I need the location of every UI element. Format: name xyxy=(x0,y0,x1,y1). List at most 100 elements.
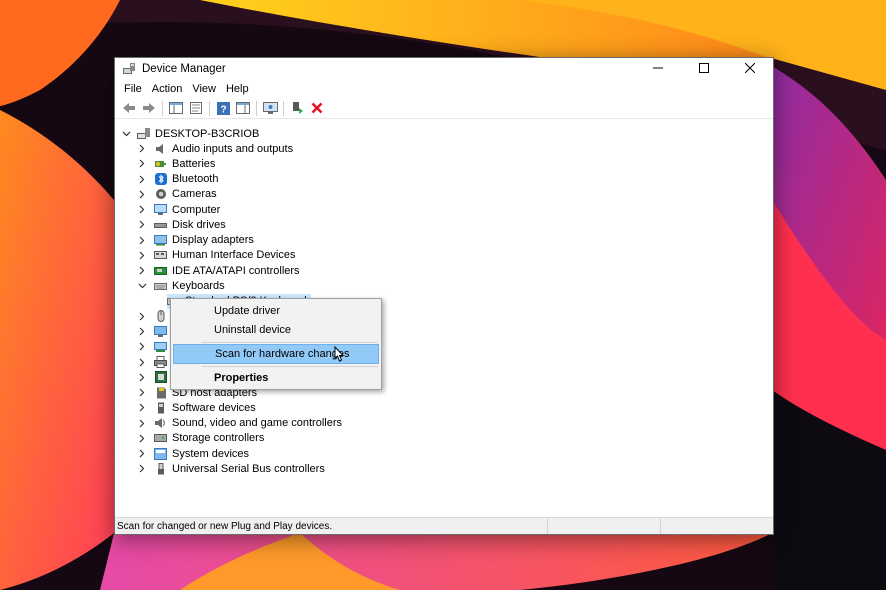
tree-category-storage-controllers[interactable]: Storage controllers xyxy=(137,431,264,446)
chevron-right-icon[interactable] xyxy=(137,403,147,413)
window-title: Device Manager xyxy=(142,63,226,75)
menu-item-label: Update driver xyxy=(214,305,281,317)
chevron-right-icon[interactable] xyxy=(137,464,147,474)
arrow-right-icon xyxy=(143,103,155,113)
action-pane-icon xyxy=(236,102,250,114)
menu-file[interactable]: File xyxy=(119,83,147,95)
tree-category-display-adapters[interactable]: Display adapters xyxy=(137,233,254,248)
tree-category-cameras[interactable]: Cameras xyxy=(137,187,217,202)
bluetooth-icon xyxy=(154,173,167,185)
battery-icon xyxy=(154,158,167,170)
tree-category-system-devices[interactable]: System devices xyxy=(137,446,249,461)
maximize-button[interactable] xyxy=(681,58,727,78)
forward-button[interactable] xyxy=(139,99,159,117)
scan-hardware-button[interactable] xyxy=(260,99,280,117)
tree-category-batteries[interactable]: Batteries xyxy=(137,156,215,171)
keyboard-icon xyxy=(154,280,167,292)
action-pane-button[interactable] xyxy=(233,99,253,117)
maximize-icon xyxy=(699,63,709,73)
tree-category-computer[interactable]: Computer xyxy=(137,202,220,217)
menu-item-scan-hardware[interactable]: Scan for hardware changes xyxy=(173,344,379,364)
tree-item-label: Bluetooth xyxy=(172,173,219,185)
status-cell xyxy=(660,518,773,534)
display-adapter-icon xyxy=(154,234,167,246)
minimize-icon xyxy=(653,67,663,69)
tree-category-sound-video-and-game-controllers[interactable]: Sound, video and game controllers xyxy=(137,416,342,431)
chevron-right-icon[interactable] xyxy=(137,159,147,169)
status-bar: Scan for changed or new Plug and Play de… xyxy=(115,517,773,534)
menu-item-update-driver[interactable]: Update driver xyxy=(173,301,379,321)
tree-category-audio-inputs-and-outputs[interactable]: Audio inputs and outputs xyxy=(137,141,293,156)
chevron-down-icon[interactable] xyxy=(137,281,147,291)
help-button[interactable]: ? xyxy=(213,99,233,117)
show-hide-console-tree-button[interactable] xyxy=(166,99,186,117)
chevron-right-icon[interactable] xyxy=(137,418,147,428)
menu-bar: File Action View Help xyxy=(115,80,773,98)
menu-item-properties[interactable]: Properties xyxy=(173,368,379,388)
printer-icon xyxy=(154,356,167,369)
minimize-button[interactable] xyxy=(635,58,681,78)
uninstall-device-button[interactable] xyxy=(307,99,327,117)
tree-category-ide-ata-atapi-controllers[interactable]: IDE ATA/ATAPI controllers xyxy=(137,263,300,278)
menu-separator xyxy=(202,366,378,367)
tree-category-human-interface-devices[interactable]: Human Interface Devices xyxy=(137,248,296,263)
help-icon: ? xyxy=(216,101,230,115)
mouse-cursor-icon xyxy=(334,346,345,362)
sd-card-icon xyxy=(154,387,167,399)
tree-category-disk-drives[interactable]: Disk drives xyxy=(137,217,226,232)
chevron-right-icon[interactable] xyxy=(137,449,147,459)
tree-item-label: Cameras xyxy=(172,188,217,201)
camera-icon xyxy=(154,188,167,200)
chevron-right-icon[interactable] xyxy=(137,205,147,215)
close-button[interactable] xyxy=(727,58,773,78)
chevron-right-icon[interactable] xyxy=(137,357,147,367)
menu-help[interactable]: Help xyxy=(221,83,254,95)
red-x-icon xyxy=(311,102,323,114)
chevron-right-icon[interactable] xyxy=(137,327,147,337)
chevron-right-icon[interactable] xyxy=(137,372,147,382)
menu-item-label: Properties xyxy=(214,372,269,384)
menu-view[interactable]: View xyxy=(187,83,221,95)
tree-category-keyboards[interactable]: Keyboards xyxy=(137,278,225,293)
toolbar-separator xyxy=(256,100,257,116)
chevron-down-icon[interactable] xyxy=(121,129,131,139)
desktop-computer-icon xyxy=(137,127,150,140)
toolbar-separator xyxy=(162,100,163,116)
monitor-icon xyxy=(154,325,167,338)
chevron-right-icon[interactable] xyxy=(137,250,147,260)
chevron-right-icon[interactable] xyxy=(137,388,147,398)
chevron-right-icon[interactable] xyxy=(137,189,147,199)
chevron-right-icon[interactable] xyxy=(137,235,147,245)
tree-item-label: Computer xyxy=(172,203,221,216)
chevron-right-icon[interactable] xyxy=(137,433,147,443)
tree-item-label: Storage controllers xyxy=(172,432,265,445)
tree-item-label: System devices xyxy=(172,447,250,460)
title-bar[interactable]: Device Manager xyxy=(115,58,773,80)
tree-item-label: Disk drives xyxy=(172,218,226,231)
tree-item-label: Batteries xyxy=(172,157,216,170)
properties-icon xyxy=(190,102,202,114)
tree-root[interactable]: DESKTOP-B3CRIOB xyxy=(121,126,259,141)
tree-item-label: IDE ATA/ATAPI controllers xyxy=(172,264,300,277)
tree-category-software-devices[interactable]: Software devices xyxy=(137,400,256,415)
menu-item-uninstall-device[interactable]: Uninstall device xyxy=(173,320,379,340)
chevron-right-icon[interactable] xyxy=(137,266,147,276)
menu-item-label: Uninstall device xyxy=(214,324,292,336)
mouse-icon xyxy=(154,310,167,323)
back-button[interactable] xyxy=(119,99,139,117)
tree-item-label: Display adapters xyxy=(172,234,254,246)
chevron-right-icon[interactable] xyxy=(137,144,147,154)
chevron-right-icon[interactable] xyxy=(137,342,147,352)
chevron-right-icon[interactable] xyxy=(137,220,147,230)
menu-item-label: Scan for hardware changes xyxy=(215,348,350,360)
disk-drive-icon xyxy=(154,219,167,231)
tree-category-bluetooth[interactable]: Bluetooth xyxy=(137,172,218,187)
chevron-right-icon[interactable] xyxy=(137,174,147,184)
toolbar-separator xyxy=(209,100,210,116)
tree-item-label: Keyboards xyxy=(172,279,225,292)
chevron-right-icon[interactable] xyxy=(137,311,147,321)
menu-action[interactable]: Action xyxy=(147,83,188,95)
update-driver-button[interactable] xyxy=(287,99,307,117)
tree-category-universal-serial-bus-controllers[interactable]: Universal Serial Bus controllers xyxy=(137,461,325,476)
properties-toolbar-button[interactable] xyxy=(186,99,206,117)
